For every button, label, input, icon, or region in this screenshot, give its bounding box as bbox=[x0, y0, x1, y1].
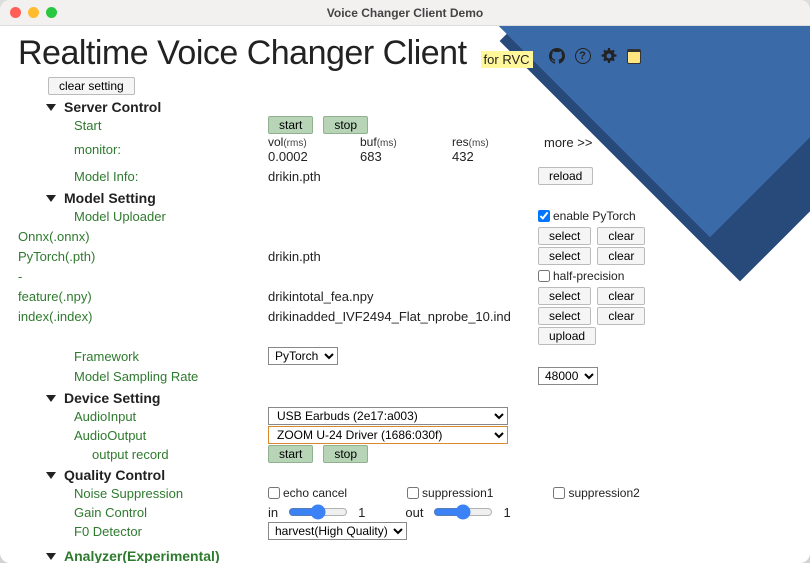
index-label: index(.index) bbox=[18, 309, 268, 324]
chevron-down-icon[interactable] bbox=[46, 472, 56, 479]
buf-value: 683 bbox=[360, 149, 440, 164]
feature-select-button[interactable]: select bbox=[538, 287, 591, 305]
res-value: 432 bbox=[452, 149, 532, 164]
help-icon[interactable]: ? bbox=[575, 48, 591, 64]
minimize-icon[interactable] bbox=[28, 7, 39, 18]
reload-button[interactable]: reload bbox=[538, 167, 593, 185]
section-title-analyzer: Analyzer(Experimental) bbox=[64, 548, 220, 563]
settings-icon[interactable] bbox=[601, 48, 617, 64]
feature-label: feature(.npy) bbox=[18, 289, 268, 304]
section-title-quality: Quality Control bbox=[64, 467, 165, 483]
window-title: Voice Changer Client Demo bbox=[0, 6, 810, 20]
framework-label: Framework bbox=[18, 349, 268, 364]
gain-out-slider[interactable] bbox=[433, 504, 493, 520]
vol-value: 0.0002 bbox=[268, 149, 348, 164]
model-info-label: Model Info: bbox=[18, 169, 268, 184]
audio-input-label: AudioInput bbox=[18, 409, 268, 424]
framework-select[interactable]: PyTorch bbox=[268, 347, 338, 365]
sampling-rate-label: Model Sampling Rate bbox=[18, 369, 268, 384]
noise-suppression-label: Noise Suppression bbox=[18, 486, 268, 501]
res-header: res(ms) bbox=[452, 135, 532, 149]
pytorch-value: drikin.pth bbox=[268, 249, 538, 264]
index-clear-button[interactable]: clear bbox=[597, 307, 645, 325]
f0-detector-select[interactable]: harvest(High Quality) bbox=[268, 522, 407, 540]
gain-in-value: 1 bbox=[358, 505, 365, 520]
index-select-button[interactable]: select bbox=[538, 307, 591, 325]
subtitle-badge: for RVC bbox=[481, 51, 533, 68]
gain-out-label: out bbox=[405, 505, 423, 520]
audio-output-select[interactable]: ZOOM U-24 Driver (1686:030f) bbox=[268, 426, 508, 444]
output-record-label: output record bbox=[18, 447, 268, 462]
chevron-down-icon[interactable] bbox=[46, 195, 56, 202]
audio-output-label: AudioOutput bbox=[18, 428, 268, 443]
onnx-label: Onnx(.onnx) bbox=[18, 229, 268, 244]
section-title-device: Device Setting bbox=[64, 390, 160, 406]
close-icon[interactable] bbox=[10, 7, 21, 18]
section-title-server: Server Control bbox=[64, 99, 161, 115]
onnx-clear-button[interactable]: clear bbox=[597, 227, 645, 245]
page-title: Realtime Voice Changer Client bbox=[18, 34, 467, 73]
trash-icon[interactable] bbox=[627, 49, 641, 64]
more-link[interactable]: more >> bbox=[544, 135, 592, 150]
model-info-value: drikin.pth bbox=[268, 169, 538, 184]
audio-input-select[interactable]: USB Earbuds (2e17:a003) bbox=[268, 407, 508, 425]
feature-clear-button[interactable]: clear bbox=[597, 287, 645, 305]
vol-header: vol(rms) bbox=[268, 135, 348, 149]
f0-detector-label: F0 Detector bbox=[18, 524, 268, 539]
onnx-select-button[interactable]: select bbox=[538, 227, 591, 245]
feature-value: drikintotal_fea.npy bbox=[268, 289, 538, 304]
upload-button[interactable]: upload bbox=[538, 327, 596, 345]
chevron-down-icon[interactable] bbox=[46, 395, 56, 402]
chevron-down-icon[interactable] bbox=[46, 553, 56, 560]
enable-pytorch-checkbox[interactable] bbox=[538, 210, 550, 222]
gain-out-value: 1 bbox=[503, 505, 510, 520]
suppression2-checkbox[interactable] bbox=[553, 487, 565, 499]
pytorch-select-button[interactable]: select bbox=[538, 247, 591, 265]
buf-header: buf(ms) bbox=[360, 135, 440, 149]
app-window: Voice Changer Client Demo Realtime Voice… bbox=[0, 0, 810, 563]
index-value: drikinadded_IVF2494_Flat_nprobe_10.ind bbox=[268, 309, 538, 324]
gain-control-label: Gain Control bbox=[18, 505, 268, 520]
pytorch-label: PyTorch(.pth) bbox=[18, 249, 268, 264]
sampling-rate-select[interactable]: 48000 bbox=[538, 367, 598, 385]
start-label: Start bbox=[18, 118, 268, 133]
gain-in-slider[interactable] bbox=[288, 504, 348, 520]
stop-button[interactable]: stop bbox=[323, 116, 368, 134]
dash-label: - bbox=[18, 269, 268, 284]
record-stop-button[interactable]: stop bbox=[323, 445, 368, 463]
suppression1-checkbox[interactable] bbox=[407, 487, 419, 499]
titlebar: Voice Changer Client Demo bbox=[0, 0, 810, 26]
github-icon[interactable] bbox=[549, 48, 565, 64]
gain-in-label: in bbox=[268, 505, 278, 520]
clear-setting-button[interactable]: clear setting bbox=[48, 77, 135, 95]
record-start-button[interactable]: start bbox=[268, 445, 313, 463]
chevron-down-icon[interactable] bbox=[46, 104, 56, 111]
pytorch-clear-button[interactable]: clear bbox=[597, 247, 645, 265]
model-uploader-label: Model Uploader bbox=[18, 209, 268, 224]
maximize-icon[interactable] bbox=[46, 7, 57, 18]
start-button[interactable]: start bbox=[268, 116, 313, 134]
half-precision-checkbox[interactable] bbox=[538, 270, 550, 282]
echo-cancel-checkbox[interactable] bbox=[268, 487, 280, 499]
monitor-label: monitor: bbox=[18, 142, 268, 157]
section-title-model: Model Setting bbox=[64, 190, 156, 206]
